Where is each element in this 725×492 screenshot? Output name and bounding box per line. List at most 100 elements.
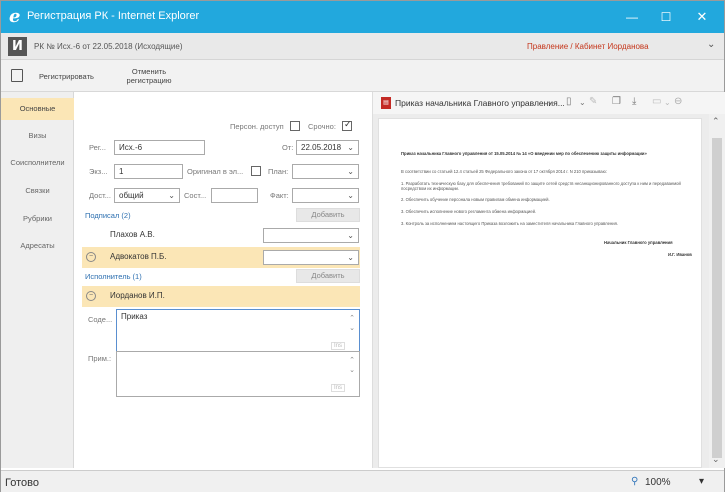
content-label: Соде... xyxy=(88,315,113,324)
ins-button[interactable]: Ins xyxy=(330,384,345,392)
from-date-label: От: xyxy=(282,143,294,152)
copies-field[interactable]: 1 xyxy=(114,164,183,179)
urgent-checkbox[interactable] xyxy=(342,119,352,131)
new-document-icon[interactable]: ▯ xyxy=(566,96,572,107)
doc-paragraph: 1. Разработать техническую базу для обес… xyxy=(401,181,681,191)
chevron-down-icon[interactable]: ⌄ xyxy=(707,39,715,50)
chevron-down-icon[interactable]: ▾ xyxy=(699,476,704,487)
ie-logo-icon: e xyxy=(9,6,21,27)
sidebar-item-visas[interactable]: Визы xyxy=(1,125,74,147)
close-icon: ✕ xyxy=(696,9,708,24)
document-title: РК № Исх.-6 от 22.05.2018 (Исходящие) xyxy=(34,42,183,51)
chevron-down-icon[interactable]: ⌄ xyxy=(546,96,554,107)
document-page: Приказ начальника Главного управления от… xyxy=(378,118,702,468)
ins-button[interactable]: Ins xyxy=(330,342,345,350)
status-label: Сост... xyxy=(184,191,207,200)
chevron-down-icon: ⌄ xyxy=(347,253,354,262)
status-field[interactable] xyxy=(211,188,258,203)
signer-select[interactable]: ⌄ xyxy=(263,250,359,265)
chevron-down-icon: ⌄ xyxy=(168,191,175,200)
chevron-up-icon: ⌃ xyxy=(349,357,355,364)
plan-date-field[interactable]: ⌄ xyxy=(292,164,359,179)
sidebar-item-rubrics[interactable]: Рубрики xyxy=(1,208,74,230)
chevron-down-icon: ⌄ xyxy=(349,367,355,374)
content-textarea[interactable]: Приказ ⌃ ⌄ Ins xyxy=(116,309,360,355)
window-title: Регистрация РК - Internet Explorer xyxy=(27,10,200,22)
access-select[interactable]: общий ⌄ xyxy=(114,188,180,203)
sidebar-item-main[interactable]: Основные xyxy=(1,98,74,120)
scrollbar-thumb[interactable] xyxy=(712,138,722,458)
register-icon[interactable] xyxy=(11,69,23,82)
textarea-controls[interactable]: ⌃ ⌄ xyxy=(348,314,356,334)
registration-form: Персон. доступ Срочно: Рег... Исх.-6 От:… xyxy=(74,92,371,468)
pdf-file-icon: ▤ xyxy=(381,97,391,109)
chevron-up-icon[interactable]: ⌃ xyxy=(712,116,720,127)
remove-circle-icon[interactable]: − xyxy=(86,291,96,301)
doc-sign-name: И.Г. Иванов xyxy=(668,252,692,257)
status-text: Готово xyxy=(5,477,39,489)
chevron-down-icon[interactable]: ⌄ xyxy=(712,454,720,465)
user-cabinet-link[interactable]: Правление / Кабинет Иорданова xyxy=(527,42,649,51)
signer-row[interactable]: Плахов А.В. ⌄ xyxy=(82,225,360,246)
add-signer-button[interactable]: Добавить xyxy=(296,208,360,222)
add-executor-button[interactable]: Добавить xyxy=(296,269,360,283)
original-electronic-checkbox[interactable] xyxy=(251,166,261,176)
document-viewer: ▤ Приказ начальника Главного управления.… xyxy=(372,92,725,468)
note-textarea[interactable]: ⌃ ⌄ Ins xyxy=(116,351,360,397)
viewer-scrollbar[interactable]: ⌃ ⌄ xyxy=(709,114,725,468)
chevron-down-icon[interactable]: ⌄ xyxy=(664,98,671,107)
content-value: Приказ xyxy=(121,312,148,321)
delete-icon[interactable]: ▭ xyxy=(652,96,661,107)
title-bar: e Регистрация РК - Internet Explorer — ☐… xyxy=(1,1,724,33)
register-button[interactable]: Регистрировать xyxy=(39,72,94,81)
zoom-icon[interactable]: ⚲ xyxy=(631,476,638,487)
access-label: Дост... xyxy=(89,191,111,200)
textarea-controls[interactable]: ⌃ ⌄ xyxy=(348,356,356,376)
cancel-registration-button[interactable]: Отменить регистрацию xyxy=(114,67,184,85)
chevron-down-icon: ⌄ xyxy=(347,143,354,152)
more-options-icon[interactable]: ⊖ xyxy=(674,96,682,107)
edit-icon[interactable]: ✎ xyxy=(589,96,597,107)
maximize-icon: ☐ xyxy=(660,10,672,24)
chevron-down-icon: ⌄ xyxy=(347,167,354,176)
close-button[interactable]: ✕ xyxy=(685,1,719,33)
from-date-field[interactable]: 22.05.2018 ⌄ xyxy=(296,140,359,155)
doc-heading: Приказ начальника Главного управления от… xyxy=(401,151,647,156)
sidebar-item-links[interactable]: Связки xyxy=(1,180,74,202)
toolbar: Регистрировать Отменить регистрацию xyxy=(1,60,724,92)
sidebar-item-addressees[interactable]: Адресаты xyxy=(1,235,74,257)
minimize-icon: — xyxy=(626,10,638,24)
doc-sign-title: Начальник Главного управления xyxy=(604,240,673,245)
signer-row-selected[interactable]: − Адвокатов П.Б. ⌄ xyxy=(82,247,360,268)
sidebar: Основные Визы Соисполнители Связки Рубри… xyxy=(1,92,74,468)
reg-number-field[interactable]: Исх.-6 xyxy=(114,140,205,155)
fact-label: Факт: xyxy=(270,191,289,200)
sidebar-item-coexecutors[interactable]: Соисполнители xyxy=(1,152,74,174)
chevron-down-icon[interactable]: ⌄ xyxy=(579,98,586,107)
reg-number-label: Рег... xyxy=(89,143,106,152)
maximize-button[interactable]: ☐ xyxy=(649,1,683,33)
download-icon[interactable]: ⤓ xyxy=(632,96,636,107)
minimize-button[interactable]: — xyxy=(615,1,649,33)
status-bar: Готово ⚲ 100% ▾ xyxy=(1,470,724,492)
remove-circle-icon[interactable]: − xyxy=(86,252,96,262)
executor-name: Иорданов И.П. xyxy=(110,291,165,300)
doc-paragraph: 2. Обеспечить обучение персонала новым п… xyxy=(401,197,550,202)
chevron-down-icon: ⌄ xyxy=(347,191,354,200)
copy-icon[interactable]: ❐ xyxy=(612,96,621,107)
app-logo: И xyxy=(8,37,27,56)
zoom-level[interactable]: 100% xyxy=(645,477,671,488)
browser-window: e Регистрация РК - Internet Explorer — ☐… xyxy=(0,0,725,492)
signer-select[interactable]: ⌄ xyxy=(263,228,359,243)
personal-access-label: Персон. доступ xyxy=(230,122,284,131)
cancel-label-line-2: регистрацию xyxy=(126,76,172,85)
signed-section-link[interactable]: Подписал (2) xyxy=(85,211,131,220)
app-header: И РК № Исх.-6 от 22.05.2018 (Исходящие) … xyxy=(1,33,724,60)
executor-row[interactable]: − Иорданов И.П. xyxy=(82,286,360,307)
viewer-toolbar: ▤ Приказ начальника Главного управления.… xyxy=(373,92,725,114)
personal-access-checkbox[interactable] xyxy=(290,121,300,131)
page-area[interactable]: Приказ начальника Главного управления от… xyxy=(373,114,709,468)
fact-date-field[interactable]: ⌄ xyxy=(292,188,359,203)
viewer-document-title: Приказ начальника Главного управления... xyxy=(395,98,565,108)
executor-section-link[interactable]: Исполнитель (1) xyxy=(85,272,142,281)
